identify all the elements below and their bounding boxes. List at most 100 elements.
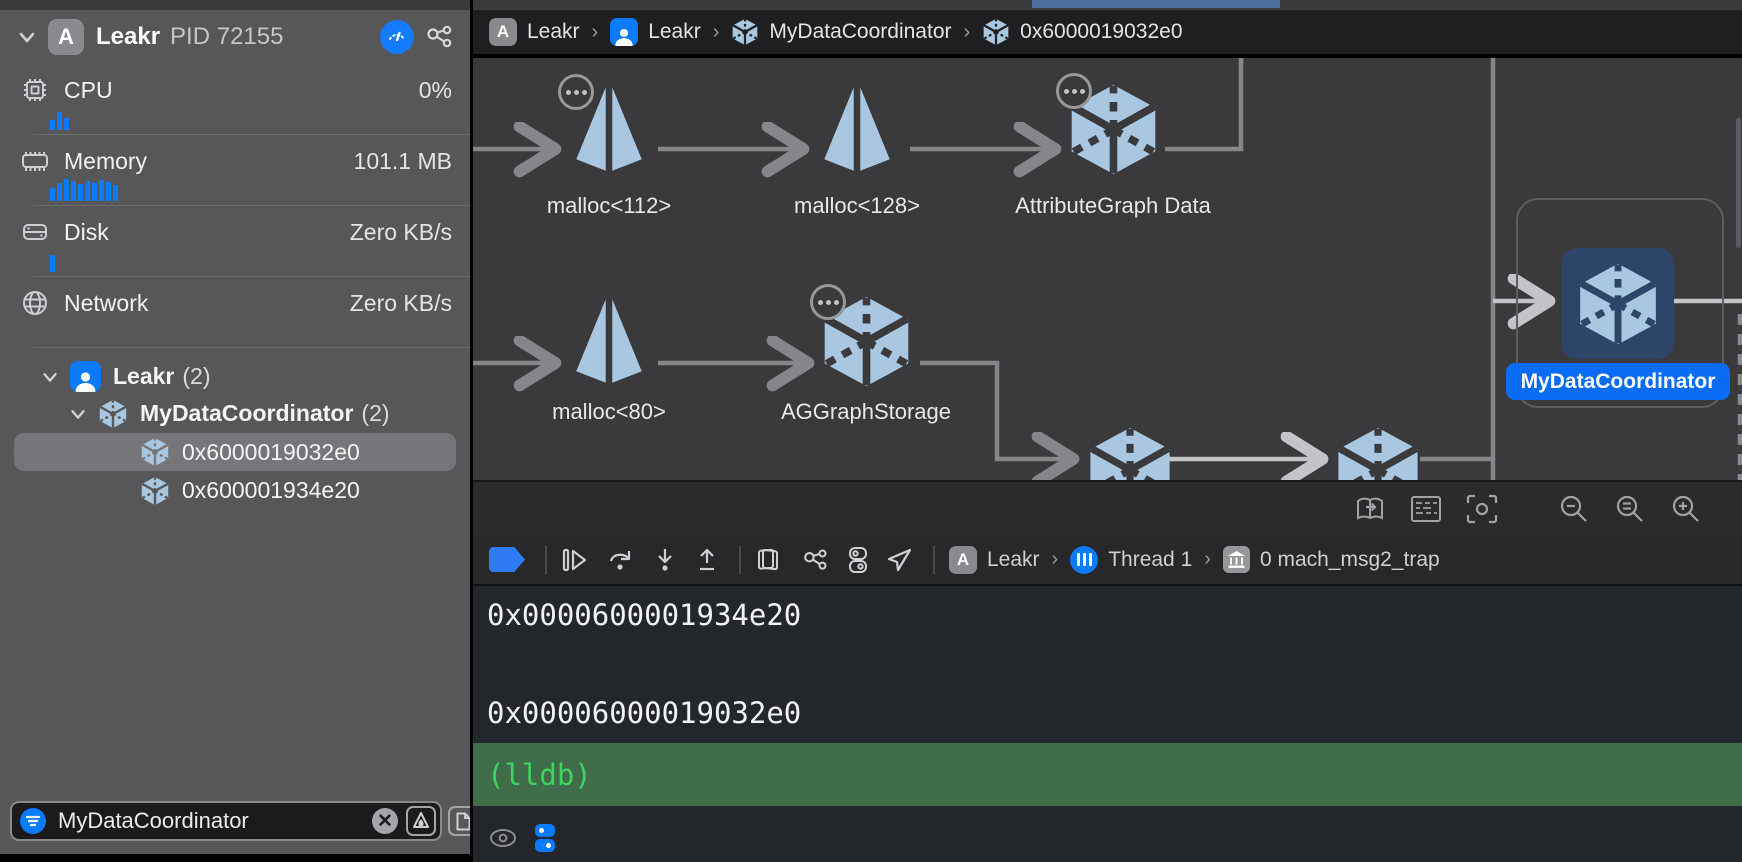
divider [33,276,470,277]
clear-filter-icon[interactable]: ✕ [372,808,398,834]
stack-frame-icon [1223,546,1250,573]
tree-count: (2) [361,400,389,427]
file-filter-button[interactable] [448,806,470,836]
console-line: 0x0000600001934e20 [473,586,1742,632]
memory-icon [20,147,50,175]
divider [33,134,470,135]
disk-icon [20,218,50,246]
filter-input-value[interactable]: MyDataCoordinator [58,808,372,834]
debug-console[interactable]: 0x0000600001934e20 0x00006000019032e0 (l… [473,586,1742,862]
performance-gauge-icon[interactable] [380,20,414,54]
jumpbar-crumb-type[interactable]: MyDataCoordinator [731,18,951,46]
lldb-prompt-row[interactable]: (lldb) [473,743,1742,806]
selected-node-label[interactable]: MyDataCoordinator [1506,363,1730,400]
stat-row-disk[interactable]: Disk Zero KB/s [0,216,470,248]
debug-crumb-thread[interactable]: Thread 1 [1070,546,1192,574]
jumpbar-crumb-user[interactable]: Leakr [610,18,701,46]
leaks-filter-button[interactable] [406,806,436,836]
zoom-in-icon[interactable] [1670,493,1702,525]
stat-label: Network [64,290,350,317]
tree-label: Leakr [113,363,174,390]
crumb-label: Leakr [987,548,1040,572]
tree-row-type[interactable]: MyDataCoordinator (2) [0,395,470,432]
console-log-icon[interactable] [1410,495,1442,523]
graph-node-cube[interactable] [1085,425,1175,480]
breakpoints-toggle-button[interactable] [489,547,525,572]
step-into-icon[interactable] [653,547,677,573]
stat-row-cpu[interactable]: CPU 0% [0,74,470,106]
canvas-scrollbar[interactable] [1736,118,1741,248]
breadcrumb-separator: › [1052,548,1059,571]
crumb-label: 0 mach_msg2_trap [1260,548,1440,572]
tree-row-process[interactable]: Leakr (2) [0,358,470,395]
tree-label: 0x6000019032e0 [182,439,360,466]
console-bottom-bar [473,814,1742,862]
breadcrumb-separator: › [1204,548,1211,571]
focus-selection-icon[interactable] [1466,494,1498,524]
simulate-location-icon[interactable] [887,547,913,573]
environment-overrides-icon[interactable] [847,546,869,574]
stat-row-network[interactable]: Network Zero KB/s [0,287,470,319]
memory-history-bars [50,179,470,201]
graph-node-mydatacoordinator[interactable] [1561,248,1674,359]
jump-to-definition-icon[interactable] [1354,494,1386,524]
debug-crumb-process[interactable]: A Leakr [949,546,1040,574]
debug-crumb-frame[interactable]: 0 mach_msg2_trap [1223,546,1440,573]
stat-value: 101.1 MB [354,148,452,175]
graph-node-label: AGGraphStorage [781,399,951,425]
tree-count: (2) [182,363,210,390]
cpu-history-bars [50,108,470,130]
graph-node-cube[interactable] [1333,425,1423,480]
chevron-down-icon[interactable] [68,404,88,424]
stat-label: Disk [64,219,350,246]
filter-bar: MyDataCoordinator ✕ [10,800,466,842]
console-filter-icon[interactable] [535,824,555,852]
debug-navigator-sidebar: A Leakr PID 72155 CPU 0% [0,10,470,854]
person-icon [70,361,101,392]
ellipsis-badge[interactable] [1056,73,1092,109]
memory-graph-icon[interactable] [424,22,454,52]
memory-graph-canvas[interactable]: MyDataCoordinator [473,58,1742,480]
network-icon [20,289,50,317]
step-over-icon[interactable] [607,547,635,573]
tree-label: 0x600001934e20 [182,477,360,504]
memory-graph-icon[interactable] [801,546,829,574]
crumb-label: Leakr [648,20,701,44]
graph-node-label: malloc<112> [547,193,671,219]
graph-node-malloc80[interactable] [568,296,650,386]
console-line: 0x00006000019032e0 [473,632,1742,730]
process-name: Leakr [96,23,160,51]
crumb-label: Leakr [527,20,580,44]
jump-bar: A Leakr › Leakr › MyDataCoordinator › [473,10,1742,56]
stat-value: 0% [419,77,452,104]
ellipsis-badge[interactable] [810,284,846,320]
lldb-prompt: (lldb) [473,758,592,792]
cube-icon [982,18,1010,46]
filter-icon [20,808,46,834]
chevron-down-icon[interactable] [40,367,60,387]
divider [739,546,741,574]
stat-row-memory[interactable]: Memory 101.1 MB [0,145,470,177]
graph-node-label: malloc<128> [794,193,920,219]
step-out-icon[interactable] [695,547,719,573]
stat-value: Zero KB/s [350,219,452,246]
chevron-down-icon[interactable] [16,26,38,48]
xcode-window: A Leakr PID 72155 CPU 0% [0,0,1742,862]
cube-icon [98,399,128,429]
graph-node-label: AttributeGraph Data [1015,193,1211,219]
process-row[interactable]: A Leakr PID 72155 [0,10,470,64]
divider [33,205,470,206]
zoom-actual-size-icon[interactable] [1614,493,1646,525]
ellipsis-badge[interactable] [558,74,594,110]
jumpbar-crumb-process[interactable]: A Leakr [489,18,580,46]
divider [933,546,935,574]
view-hierarchy-icon[interactable] [755,547,783,573]
tree-row-instance-selected[interactable]: 0x6000019032e0 [14,433,456,471]
graph-node-malloc128[interactable] [816,84,898,174]
eye-icon[interactable] [489,827,517,849]
continue-button[interactable] [561,547,589,573]
filter-field[interactable]: MyDataCoordinator ✕ [10,801,442,841]
zoom-out-icon[interactable] [1558,493,1590,525]
tree-row-instance[interactable]: 0x600001934e20 [0,472,470,509]
jumpbar-crumb-instance[interactable]: 0x6000019032e0 [982,18,1182,46]
